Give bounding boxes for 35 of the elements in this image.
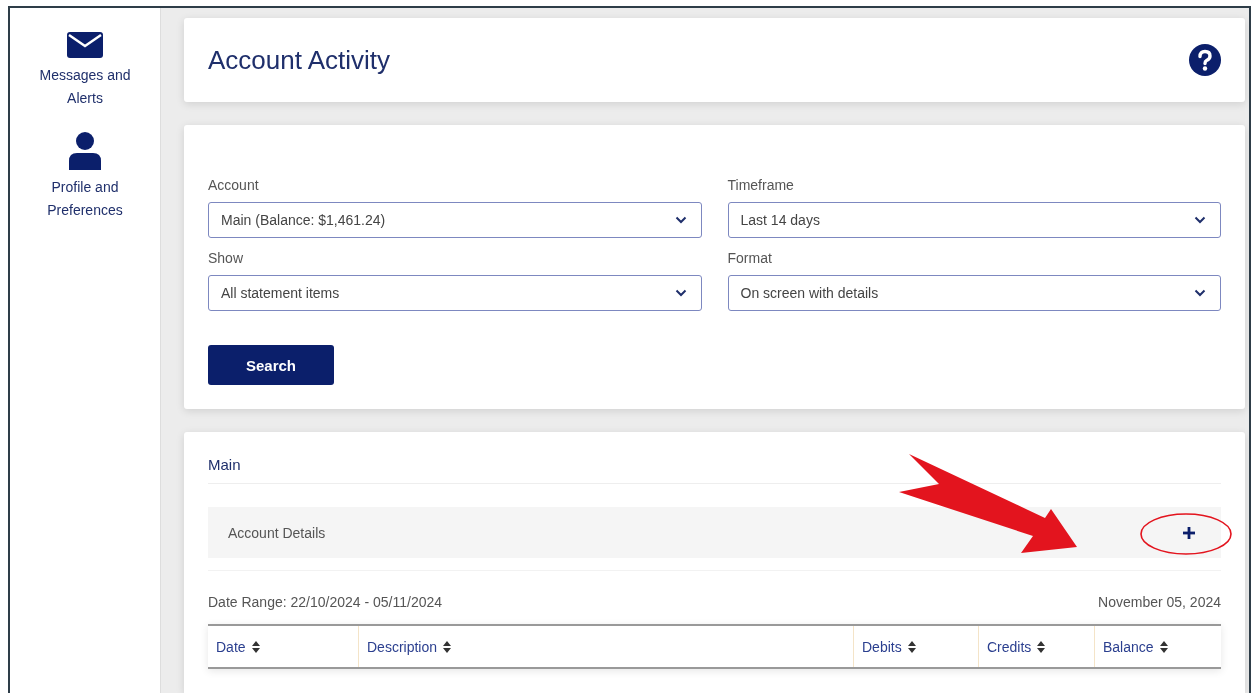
sort-icon: [1159, 640, 1168, 653]
chevron-down-icon: [674, 289, 687, 297]
search-button[interactable]: Search: [208, 345, 334, 385]
account-name: Main: [208, 456, 242, 473]
account-details-label: Account Details: [228, 524, 326, 541]
field-label: Account: [208, 177, 260, 193]
column-header[interactable]: Debits: [853, 626, 978, 667]
sort-icon: [443, 640, 452, 653]
date-range: Date Range: 22/10/2024 - 05/11/2024: [208, 594, 443, 610]
column-header[interactable]: Credits: [978, 626, 1094, 667]
dropdown-field[interactable]: Last 14 days: [727, 202, 1221, 238]
sort-icon: [907, 640, 916, 653]
field-label: Format: [727, 250, 773, 266]
column-header[interactable]: Balance: [1094, 626, 1221, 667]
account-details-bar[interactable]: Account Details: [208, 507, 1221, 558]
dropdown-field[interactable]: On screen with details: [727, 275, 1221, 311]
chevron-down-icon: [1194, 216, 1206, 224]
field-label: Show: [208, 250, 245, 266]
chevron-down-icon: [674, 216, 687, 224]
person-icon: [69, 132, 101, 170]
page-title: Account Activity: [208, 44, 391, 76]
dropdown-field[interactable]: All statement items: [208, 275, 702, 311]
sort-icon: [251, 640, 260, 653]
chevron-down-icon: [1194, 289, 1206, 297]
field-label: Timeframe: [727, 177, 795, 193]
sidebar-item[interactable]: Profile and Preferences: [25, 132, 145, 222]
sidebar-item[interactable]: Messages and Alerts: [25, 32, 145, 110]
envelope-icon: [67, 32, 103, 58]
statement-date: November 05, 2024: [1098, 594, 1221, 610]
column-header[interactable]: Date: [208, 626, 358, 667]
dropdown-field[interactable]: Main (Balance: $1,461.24): [208, 202, 702, 238]
plus-icon[interactable]: [1183, 526, 1195, 539]
sort-icon: [1037, 640, 1046, 653]
column-header[interactable]: Description: [358, 626, 853, 667]
help-icon[interactable]: [1189, 44, 1221, 76]
